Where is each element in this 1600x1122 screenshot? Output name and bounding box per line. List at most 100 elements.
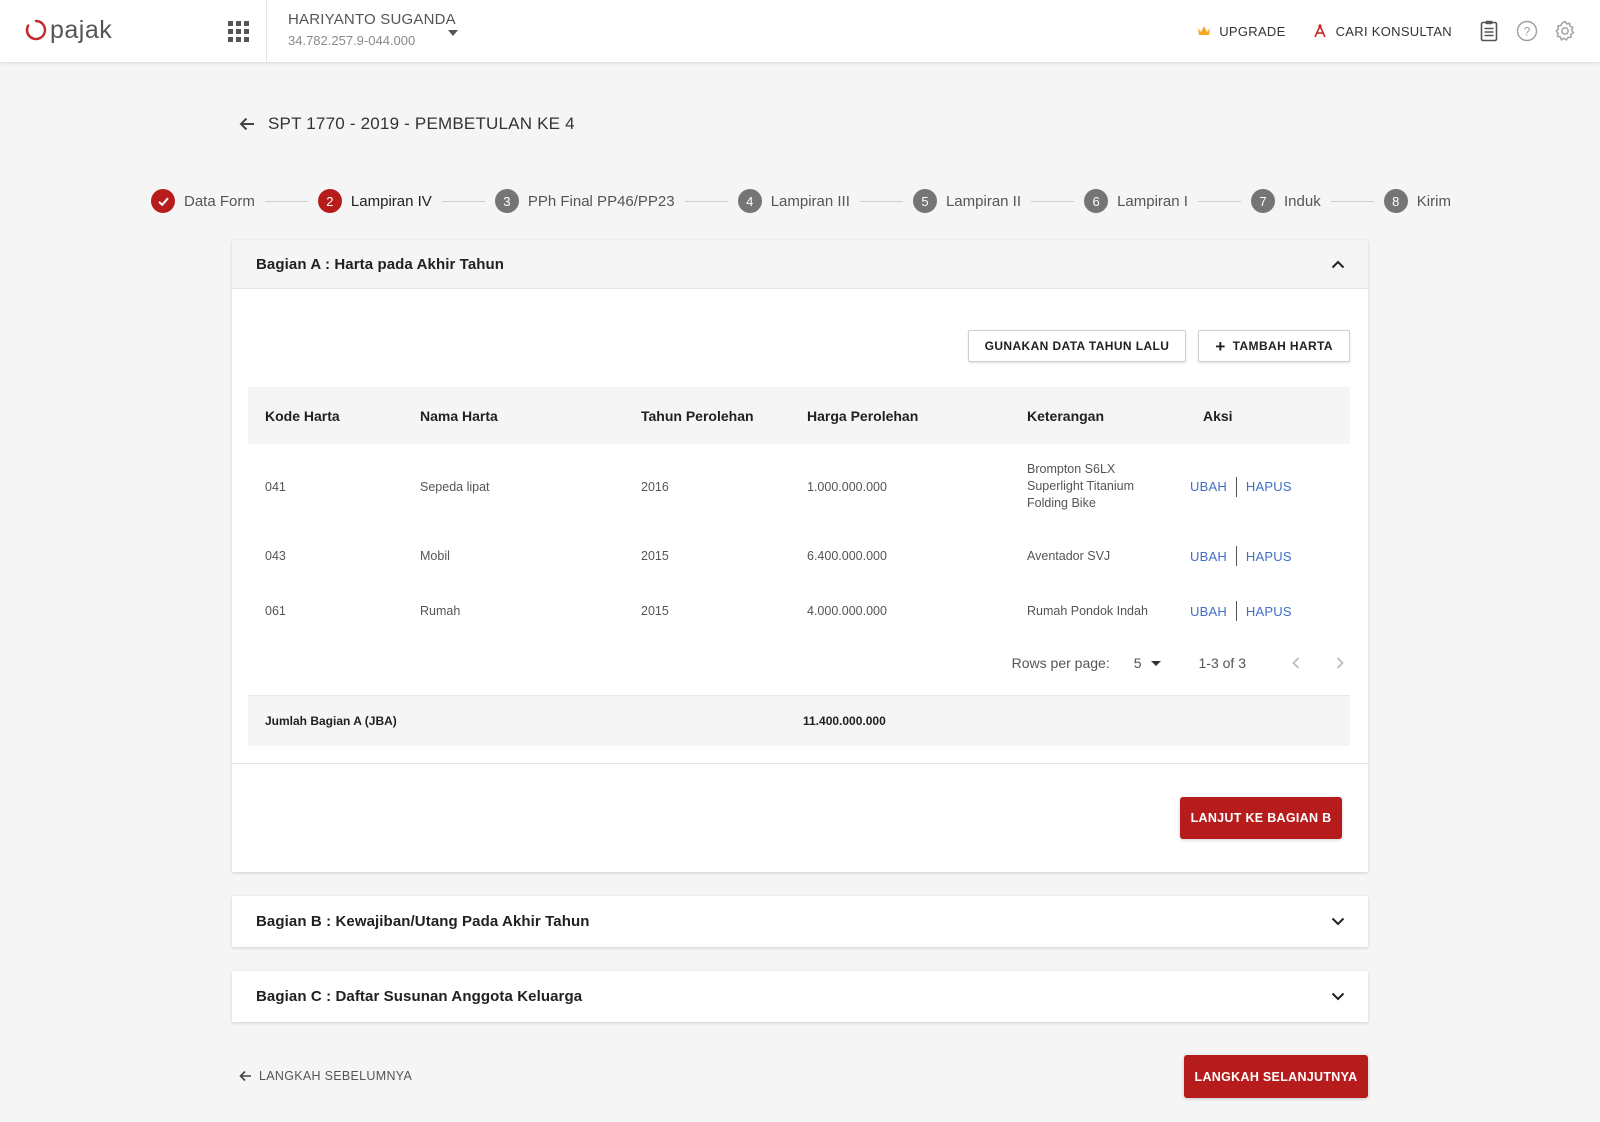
topbar-divider — [266, 0, 267, 62]
cell-kode: 061 — [265, 604, 286, 618]
step-connector — [1330, 200, 1374, 202]
keterangan-line: Aventador SVJ — [1027, 548, 1111, 563]
column-header: Nama Harta — [420, 407, 498, 424]
logo-text: pajak — [50, 16, 113, 44]
logo-mark-icon — [25, 19, 47, 41]
top-actions: UPGRADE CARI KONSULTAN ? — [1197, 0, 1600, 62]
add-asset-button[interactable]: + TAMBAH HARTA — [1198, 330, 1350, 362]
step-kirim[interactable]: 8 Kirim — [1383, 189, 1451, 213]
table-row: 041 Sepeda lipat 2016 1.000.000.000 Brom… — [248, 444, 1350, 529]
prev-page-icon[interactable] — [1286, 653, 1306, 673]
column-header: Tahun Perolehan — [641, 407, 754, 424]
svg-text:?: ? — [1524, 25, 1531, 39]
settings-gear-icon[interactable] — [1554, 20, 1576, 42]
consultant-label: CARI KONSULTAN — [1335, 23, 1452, 39]
step-lampiran-i[interactable]: 6 Lampiran I — [1084, 189, 1188, 213]
apps-grid-icon[interactable] — [228, 21, 249, 42]
keterangan-line: Rumah Pondok Indah — [1027, 603, 1148, 618]
next-step-button[interactable]: LANGKAH SELANJUTNYA — [1184, 1055, 1368, 1098]
step-pph-final[interactable]: 3 PPh Final PP46/PP23 — [494, 189, 675, 213]
step-induk[interactable]: 7 Induk — [1251, 189, 1321, 213]
step-connector — [1197, 200, 1242, 202]
section-b-header[interactable]: Bagian B : Kewajiban/Utang Pada Akhir Ta… — [232, 896, 1368, 947]
account-npwp: 34.782.257.9-044.000 — [288, 33, 416, 48]
cell-aksi: UBAH HAPUS — [1186, 601, 1350, 621]
table-header: Kode Harta Nama Harta Tahun Perolehan Ha… — [248, 387, 1350, 444]
table-row: 043 Mobil 2015 6.400.000.000 Aventador S… — [248, 529, 1350, 583]
delete-link[interactable]: HAPUS — [1246, 549, 1292, 564]
rows-per-page-value: 5 — [1133, 655, 1142, 671]
consultant-icon — [1313, 24, 1326, 38]
plus-icon: + — [1215, 336, 1226, 356]
section-c-title: Bagian C : Daftar Susunan Anggota Keluar… — [256, 988, 583, 1005]
use-last-year-data-button[interactable]: GUNAKAN DATA TAHUN LALU — [967, 330, 1187, 362]
upgrade-button[interactable]: UPGRADE — [1197, 24, 1285, 39]
section-a-title: Bagian A : Harta pada Akhir Tahun — [256, 255, 505, 273]
table-row: 061 Rumah 2015 4.000.000.000 Rumah Pondo… — [248, 583, 1350, 639]
step-label: Lampiran IV — [350, 192, 432, 210]
column-header: Harga Perolehan — [807, 407, 919, 424]
column-header: Aksi — [1203, 407, 1233, 424]
chevron-down-icon[interactable] — [1326, 910, 1350, 934]
cell-nama: Mobil — [420, 549, 450, 563]
step-data-form[interactable]: Data Form — [151, 189, 255, 213]
cell-nama: Rumah — [420, 604, 461, 618]
continue-to-section-b-button[interactable]: LANJUT KE BAGIAN B — [1180, 797, 1342, 839]
edit-link[interactable]: UBAH — [1190, 549, 1227, 564]
account-switcher[interactable]: HARIYANTO SUGANDA 34.782.257.9-044.000 — [288, 11, 456, 48]
step-number: 7 — [1251, 189, 1276, 213]
step-lampiran-iv[interactable]: 2 Lampiran IV — [317, 189, 432, 213]
rows-per-page-select[interactable]: 5 — [1134, 655, 1161, 671]
section-c-header[interactable]: Bagian C : Daftar Susunan Anggota Keluar… — [232, 971, 1368, 1022]
cell-aksi: UBAH HAPUS — [1186, 546, 1350, 566]
keterangan-line: Folding Bike — [1027, 496, 1096, 510]
action-separator — [1235, 546, 1237, 566]
find-consultant-button[interactable]: CARI KONSULTAN — [1312, 23, 1452, 39]
cell-kode: 043 — [265, 549, 286, 563]
section-c-card: Bagian C : Daftar Susunan Anggota Keluar… — [232, 971, 1368, 1022]
help-icon[interactable]: ? — [1516, 20, 1538, 42]
step-label: PPh Final PP46/PP23 — [527, 192, 675, 210]
cell-harga: 4.000.000.000 — [807, 604, 887, 618]
step-label: Induk — [1284, 192, 1321, 210]
section-b-title: Bagian B : Kewajiban/Utang Pada Akhir Ta… — [256, 913, 590, 930]
step-label: Data Form — [184, 192, 255, 210]
delete-link[interactable]: HAPUS — [1246, 604, 1292, 619]
keterangan-line: Brompton S6LX — [1027, 462, 1116, 476]
section-a-header[interactable]: Bagian A : Harta pada Akhir Tahun — [232, 240, 1368, 289]
account-name: HARIYANTO SUGANDA — [288, 11, 456, 28]
top-bar: pajak HARIYANTO SUGANDA 34.782.257.9-044… — [0, 0, 1600, 62]
cell-aksi: UBAH HAPUS — [1186, 476, 1350, 497]
back-arrow-icon[interactable] — [238, 115, 256, 133]
step-number: 8 — [1383, 189, 1408, 213]
clipboard-icon[interactable] — [1478, 20, 1500, 42]
step-lampiran-ii[interactable]: 5 Lampiran II — [912, 189, 1021, 213]
delete-link[interactable]: HAPUS — [1246, 479, 1292, 494]
section-a-actions: GUNAKAN DATA TAHUN LALU + TAMBAH HARTA — [956, 330, 1350, 362]
step-number: 5 — [912, 189, 937, 213]
cell-nama: Sepeda lipat — [420, 479, 490, 494]
account-dropdown-icon[interactable] — [448, 30, 458, 36]
pajak-logo[interactable]: pajak — [24, 16, 113, 44]
arrow-left-icon — [239, 1070, 251, 1082]
step-label: Lampiran I — [1117, 192, 1188, 210]
previous-step-label: LANGKAH SEBELUMNYA — [259, 1069, 413, 1083]
section-a-divider — [232, 763, 1368, 764]
edit-link[interactable]: UBAH — [1190, 604, 1227, 619]
section-b-card: Bagian B : Kewajiban/Utang Pada Akhir Ta… — [232, 896, 1368, 947]
next-page-icon[interactable] — [1330, 653, 1350, 673]
step-connector — [859, 200, 903, 202]
cell-keterangan: Aventador SVJ — [1010, 548, 1186, 565]
add-asset-label: TAMBAH HARTA — [1232, 339, 1333, 353]
cell-kode: 041 — [265, 479, 286, 494]
chevron-down-icon[interactable] — [1326, 985, 1350, 1009]
page-title: SPT 1770 - 2019 - PEMBETULAN KE 4 — [268, 114, 575, 133]
step-connector — [684, 200, 728, 202]
step-lampiran-iii[interactable]: 4 Lampiran III — [737, 189, 850, 213]
step-connector — [264, 200, 308, 202]
chevron-up-icon[interactable] — [1326, 252, 1350, 276]
edit-link[interactable]: UBAH — [1190, 479, 1227, 494]
step-label: Lampiran III — [770, 192, 850, 210]
previous-step-button[interactable]: LANGKAH SEBELUMNYA — [239, 1069, 412, 1083]
section-a-card: Bagian A : Harta pada Akhir Tahun GUNAKA… — [232, 240, 1368, 872]
